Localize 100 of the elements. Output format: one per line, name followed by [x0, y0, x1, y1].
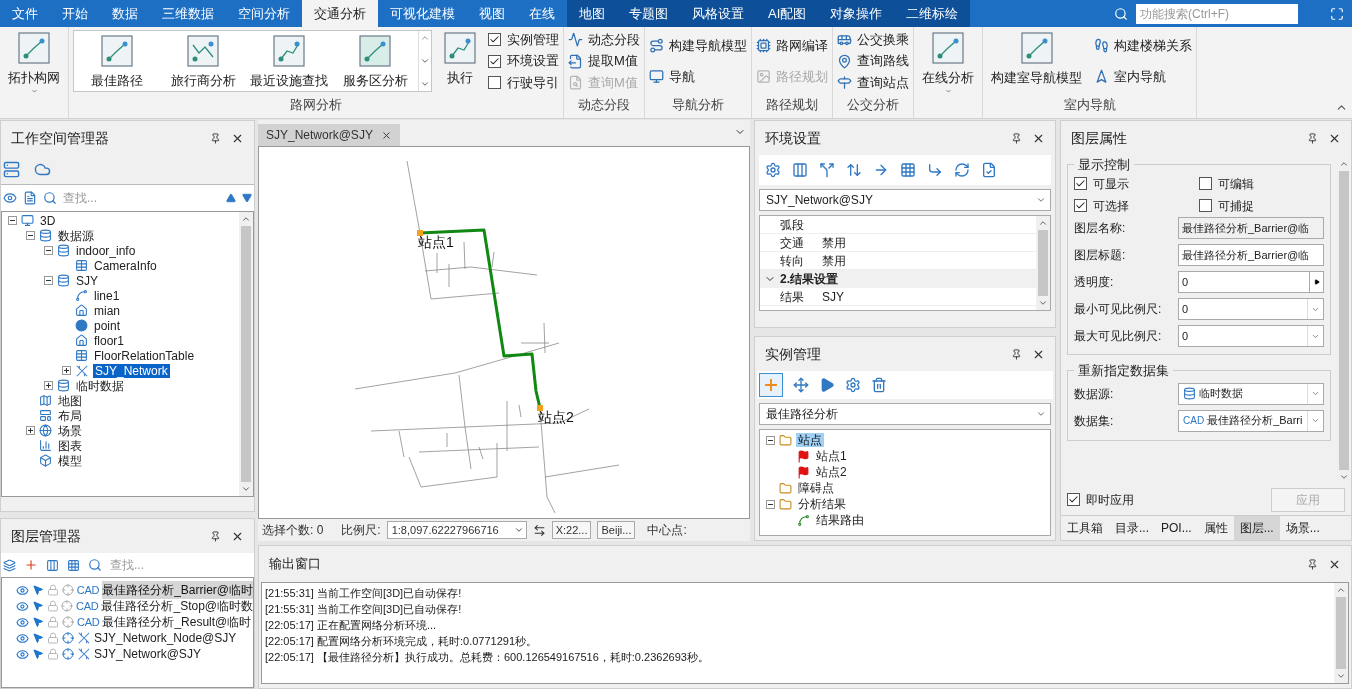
menu-tab[interactable]: 数据: [100, 0, 150, 27]
menu-tab[interactable]: 视图: [467, 0, 517, 27]
pointer-icon[interactable]: [32, 632, 44, 644]
toolbar-icon[interactable]: [873, 162, 889, 178]
menu-tab[interactable]: 开始: [50, 0, 100, 27]
layer-name[interactable]: 最佳路径分析_Barrier@临时: [102, 581, 253, 599]
tree-item[interactable]: 地图: [56, 393, 84, 408]
menu-tab[interactable]: 二维标绘: [894, 0, 971, 27]
panel-tab[interactable]: 场景...: [1279, 516, 1326, 540]
delete-icon[interactable]: [871, 377, 887, 393]
chevron-down-icon[interactable]: [1311, 416, 1320, 425]
workspace-tab-icon[interactable]: [3, 161, 20, 178]
map-canvas[interactable]: 站点1 站点2: [258, 146, 750, 519]
option-checkbox[interactable]: 可显示: [1074, 174, 1199, 193]
gallery-item[interactable]: 旅行商分析: [160, 31, 246, 91]
toolbar-icon[interactable]: [927, 162, 943, 178]
grid-icon[interactable]: [67, 558, 80, 572]
menu-tab[interactable]: 地图: [567, 0, 617, 27]
expand-toggle[interactable]: [766, 435, 775, 445]
search-field[interactable]: 功能搜索(Ctrl+F): [1136, 3, 1298, 24]
pin-icon[interactable]: [1011, 348, 1022, 360]
field[interactable]: 0: [1178, 271, 1324, 293]
ribbon-button[interactable]: 查询路线: [837, 51, 909, 71]
expand-toggle[interactable]: [26, 231, 35, 240]
expand-toggle[interactable]: [44, 246, 53, 255]
ribbon-button[interactable]: 公交换乘: [837, 30, 909, 50]
ribbon-button[interactable]: 执行: [440, 30, 480, 94]
document-icon[interactable]: [23, 191, 37, 205]
field[interactable]: 临时数据: [1178, 382, 1324, 405]
pin-icon[interactable]: [1307, 132, 1318, 144]
settings-icon[interactable]: [845, 377, 861, 393]
option-checkbox[interactable]: 可编辑: [1199, 174, 1324, 193]
move-up-icon[interactable]: [226, 193, 236, 203]
tree-item[interactable]: line1: [92, 288, 122, 303]
expand-gallery-icon[interactable]: [420, 79, 430, 89]
eye-icon[interactable]: [16, 615, 29, 629]
scrollbar[interactable]: [1334, 583, 1348, 683]
tree-item[interactable]: floor1: [92, 333, 127, 348]
ribbon-button[interactable]: 在线分析: [918, 30, 978, 94]
tree-item[interactable]: 图表: [56, 438, 84, 453]
tree-item[interactable]: mian: [92, 303, 122, 318]
expand-toggle[interactable]: [44, 381, 53, 390]
option-checkbox[interactable]: 可捕捉: [1199, 196, 1324, 215]
run-icon[interactable]: [819, 377, 835, 393]
gallery-item[interactable]: 最佳路径: [74, 31, 160, 91]
dataset-combo[interactable]: SJY_Network@SJY: [759, 189, 1051, 211]
checkbox[interactable]: [488, 33, 501, 47]
layer-name[interactable]: SJY_Network@SJY: [94, 645, 201, 663]
expand-toggle[interactable]: [766, 499, 775, 509]
tree-item[interactable]: 临时数据: [74, 378, 126, 393]
toolbar-icon[interactable]: [981, 162, 997, 178]
scroll-thumb[interactable]: [1339, 171, 1349, 470]
ribbon-button[interactable]: 构建室导航模型: [987, 30, 1086, 94]
ribbon-checkbox[interactable]: 行驶导引: [488, 72, 559, 92]
field[interactable]: 0: [1178, 298, 1324, 320]
close-icon[interactable]: [380, 129, 392, 141]
move-down-icon[interactable]: [242, 193, 252, 203]
property-value[interactable]: SJY: [822, 287, 844, 306]
tree-item[interactable]: 3D: [38, 213, 58, 228]
apply-now-checkbox[interactable]: 即时应用: [1067, 490, 1134, 509]
snap-icon[interactable]: [62, 648, 74, 660]
scroll-down-icon[interactable]: [1336, 671, 1346, 681]
layers-icon[interactable]: [3, 558, 16, 572]
field[interactable]: 最佳路径分析_Barrier@临: [1178, 244, 1324, 266]
scroll-down-icon[interactable]: [1038, 298, 1048, 308]
eye-icon[interactable]: [16, 599, 29, 613]
add-icon[interactable]: [24, 558, 38, 572]
tree-item[interactable]: 站点1: [814, 449, 849, 463]
panel-tab[interactable]: 工具箱: [1061, 516, 1109, 540]
panel-tab[interactable]: 目录...: [1109, 516, 1155, 540]
menu-tab[interactable]: 对象操作: [818, 0, 895, 27]
analysis-combo[interactable]: 最佳路径分析: [759, 403, 1051, 425]
scroll-down-icon[interactable]: [420, 56, 430, 66]
caret-icon[interactable]: [1313, 279, 1320, 285]
checkbox[interactable]: [488, 54, 501, 68]
ribbon-checkbox[interactable]: 实例管理: [488, 30, 559, 50]
toolbar-icon[interactable]: [765, 162, 781, 178]
layer-name[interactable]: 最佳路径分析_Stop@临时数: [101, 597, 253, 615]
layer-name[interactable]: SJY_Network_Node@SJY: [94, 629, 237, 647]
toolbar-icon[interactable]: [954, 162, 970, 178]
swap-icon[interactable]: [532, 523, 546, 537]
pin-icon[interactable]: [1307, 558, 1318, 570]
expand-toggle[interactable]: [44, 276, 53, 285]
pointer-icon[interactable]: [32, 648, 44, 660]
option-checkbox[interactable]: 可选择: [1074, 196, 1199, 215]
station-marker[interactable]: [537, 405, 543, 411]
tree-item[interactable]: 模型: [56, 453, 84, 468]
fullscreen-icon[interactable]: [1330, 6, 1344, 21]
tree-item[interactable]: 站点2: [814, 465, 849, 479]
scroll-down-icon[interactable]: [241, 484, 251, 494]
ribbon-button[interactable]: 查询站点: [837, 72, 909, 92]
pin-icon[interactable]: [210, 530, 221, 542]
layer-name[interactable]: 最佳路径分析_Result@临时: [102, 613, 252, 631]
menu-tab[interactable]: 空间分析: [226, 0, 302, 27]
scrollbar[interactable]: [1036, 216, 1050, 310]
chevron-down-icon[interactable]: [1311, 389, 1320, 398]
checkbox[interactable]: [488, 75, 501, 89]
ribbon-button[interactable]: 构建楼梯关系: [1094, 35, 1192, 56]
scroll-up-icon[interactable]: [1339, 159, 1349, 169]
menu-tab[interactable]: 在线: [517, 0, 567, 27]
